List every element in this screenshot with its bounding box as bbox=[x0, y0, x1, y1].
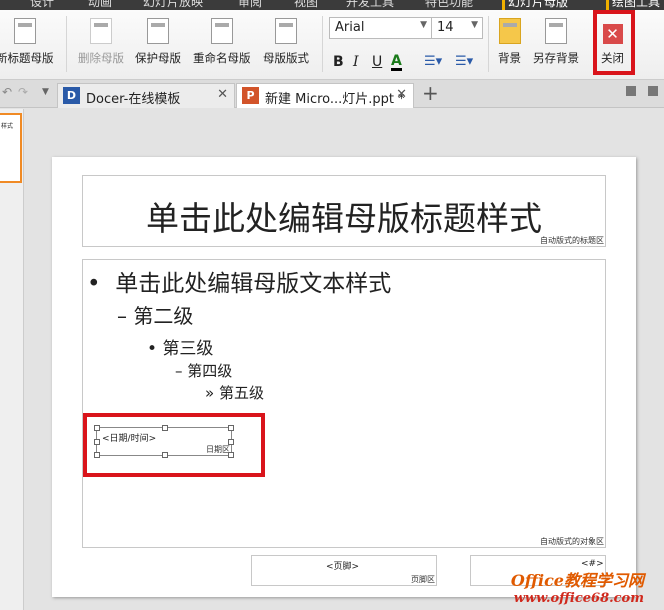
close-highlight-box bbox=[593, 10, 635, 75]
menu-developer[interactable]: 开发工具 bbox=[346, 0, 394, 10]
save-background-icon bbox=[545, 18, 567, 44]
font-family-select[interactable]: Arial ▼ bbox=[329, 17, 432, 39]
bold-button[interactable]: B bbox=[333, 54, 344, 70]
tile-icon[interactable] bbox=[648, 86, 658, 96]
document-tabs: ↶ ↷ ▼ D Docer-在线模板 ✕ P 新建 Micro...灯片.ppt * ✕… bbox=[0, 80, 664, 108]
footer-placeholder[interactable]: <页脚> 页脚区 bbox=[251, 555, 437, 586]
menu-review[interactable]: 审阅 bbox=[238, 0, 262, 10]
menu-slide-master[interactable]: 幻灯片母版 bbox=[502, 0, 568, 10]
level-1-text: • 单击此处编辑母版文本样式 bbox=[87, 271, 392, 297]
level-2-text: – 第二级 bbox=[117, 304, 194, 328]
tab-presentation[interactable]: P 新建 Micro...灯片.ppt * ✕ bbox=[236, 83, 414, 108]
thumbnail-panel: 样式 bbox=[0, 109, 24, 610]
new-title-master-icon bbox=[13, 18, 36, 44]
slide-master-canvas: 单击此处编辑母版标题样式 自动版式的标题区 • 单击此处编辑母版文本样式 – 第… bbox=[52, 157, 636, 597]
body-placeholder[interactable]: • 单击此处编辑母版文本样式 – 第二级 • 第三级 – 第四级 » 第五级 自… bbox=[82, 259, 606, 548]
date-highlight-box bbox=[83, 413, 265, 477]
background-icon bbox=[498, 18, 521, 44]
menu-drawing-tools[interactable]: 绘图工具 bbox=[606, 0, 660, 10]
slide-thumbnail[interactable]: 样式 bbox=[0, 113, 22, 183]
menu-bar: 设计 动画 幻灯片放映 审阅 视图 开发工具 特色功能 幻灯片母版 绘图工具 bbox=[0, 0, 664, 10]
numbered-list-icon[interactable]: ☰▾ bbox=[455, 54, 473, 69]
font-color-button[interactable]: A bbox=[391, 54, 402, 71]
bullet-list-icon[interactable]: ☰▾ bbox=[424, 54, 442, 69]
menu-design[interactable]: 设计 bbox=[30, 0, 54, 10]
title-placeholder[interactable]: 单击此处编辑母版标题样式 自动版式的标题区 bbox=[82, 175, 606, 247]
watermark: Office教程学习网 www.office68.com bbox=[510, 571, 644, 606]
close-tab-icon[interactable]: ✕ bbox=[217, 87, 228, 102]
chevron-down-icon: ▼ bbox=[471, 20, 478, 30]
master-layout-button[interactable]: 母版版式 bbox=[263, 18, 309, 66]
font-size-select[interactable]: 14 ▼ bbox=[431, 17, 483, 39]
close-tab-icon[interactable]: ✕ bbox=[396, 87, 407, 102]
menu-view[interactable]: 视图 bbox=[294, 0, 318, 10]
new-title-master-button[interactable]: 新标题母版 bbox=[0, 18, 54, 66]
chevron-down-icon[interactable]: ▼ bbox=[42, 87, 49, 97]
rename-master-icon bbox=[210, 18, 233, 44]
level-3-text: • 第三级 bbox=[147, 339, 214, 359]
underline-button[interactable]: U bbox=[372, 54, 382, 70]
window-icon[interactable] bbox=[626, 86, 636, 96]
ribbon: 新标题母版 删除母版 保护母版 重命名母版 母版版式 Arial ▼ 14 ▼ B … bbox=[0, 10, 664, 80]
menu-animation[interactable]: 动画 bbox=[88, 0, 112, 10]
italic-button[interactable]: I bbox=[353, 54, 359, 70]
menu-features[interactable]: 特色功能 bbox=[425, 0, 473, 10]
redo-icon[interactable]: ↷ bbox=[18, 85, 28, 99]
level-5-text: » 第五级 bbox=[205, 384, 264, 402]
title-text: 单击此处编辑母版标题样式 bbox=[146, 199, 542, 238]
chevron-down-icon: ▼ bbox=[420, 20, 427, 30]
menu-slideshow[interactable]: 幻灯片放映 bbox=[143, 0, 203, 10]
save-background-button[interactable]: 另存背景 bbox=[533, 18, 579, 66]
ppt-icon: P bbox=[242, 87, 259, 104]
level-4-text: – 第四级 bbox=[175, 362, 233, 380]
master-layout-icon bbox=[275, 18, 297, 44]
undo-icon[interactable]: ↶ bbox=[2, 85, 12, 99]
delete-master-icon bbox=[90, 18, 112, 44]
rename-master-button[interactable]: 重命名母版 bbox=[193, 18, 251, 66]
tab-docer[interactable]: D Docer-在线模板 ✕ bbox=[57, 83, 235, 108]
background-button[interactable]: 背景 bbox=[498, 18, 521, 66]
new-tab-button[interactable]: + bbox=[422, 81, 439, 105]
delete-master-button[interactable]: 删除母版 bbox=[78, 18, 124, 66]
lock-icon bbox=[147, 18, 169, 44]
docer-icon: D bbox=[63, 87, 80, 104]
protect-master-button[interactable]: 保护母版 bbox=[135, 18, 181, 66]
